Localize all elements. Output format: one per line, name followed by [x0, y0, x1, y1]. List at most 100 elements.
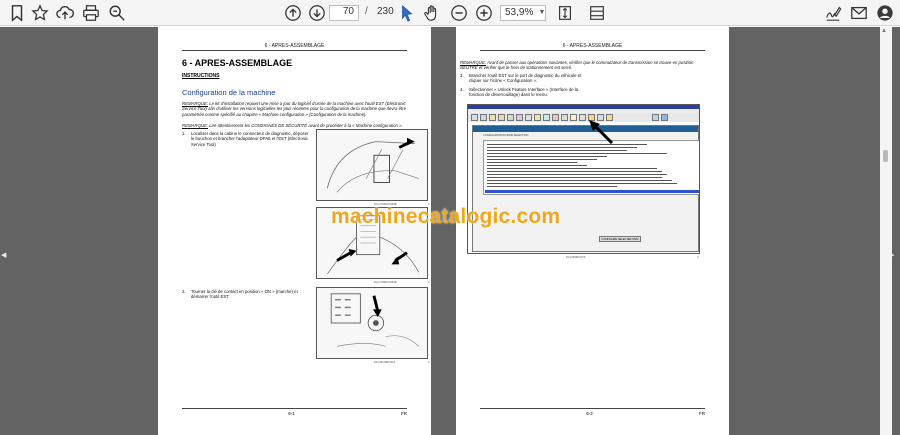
toolbar-icon [498, 114, 505, 121]
account-icon[interactable] [875, 3, 895, 23]
list-item [487, 183, 677, 184]
list-item [487, 150, 627, 151]
step-number: 1. [182, 131, 186, 136]
arrow-up-circle-icon[interactable] [283, 3, 303, 23]
zoom-in-icon[interactable] [474, 3, 494, 23]
figure-caption: RCL18UDBC0015 [374, 361, 396, 364]
toolbar-icon [561, 114, 568, 121]
list-item [487, 186, 617, 187]
list-item [487, 156, 607, 157]
page-title: 6 - APRES-ASSEMBLAGE [182, 58, 293, 68]
pdf-toolbar: 70 / 230 53,9% ▼ [0, 0, 900, 26]
callout-arrow-icon [589, 120, 614, 145]
header-rule [182, 50, 407, 51]
zoom-out-icon[interactable] [449, 3, 469, 23]
list-item [487, 159, 597, 160]
remark-paragraph: REMARQUE: Le kit d'installation requiert… [182, 101, 406, 117]
list-item [487, 165, 587, 166]
page-right: 6 - APRES-ASSEMBLAGE REMARQUE: Avant de … [456, 27, 729, 435]
toolbar-icon [652, 114, 659, 121]
step-number: 2. [182, 289, 186, 294]
step-number: 4. [460, 87, 464, 92]
star-icon[interactable] [30, 3, 50, 23]
list-item [487, 162, 577, 163]
footer-page-number: 6-1 [288, 411, 295, 416]
signature-icon[interactable] [823, 3, 843, 23]
step-text: Sélectionner « Unlock Feature Interface … [469, 87, 579, 98]
instructions-heading: INSTRUCTIONS [182, 73, 220, 79]
section-heading: Configuration de la machine [182, 88, 276, 97]
scroll-up-arrow-icon[interactable]: ▲ [881, 28, 887, 34]
toolbar-icon [507, 114, 514, 121]
est-software-screenshot: CONFIGURATION FROM SELECTION CONFIGURE S… [467, 104, 700, 254]
figure-ignition-key [316, 287, 428, 359]
configure-selected-button: CONFIGURE SELECTED ITEM [599, 236, 641, 242]
list-item [487, 153, 667, 154]
vertical-scrollbar[interactable] [880, 27, 892, 435]
select-cursor-icon[interactable] [397, 3, 417, 23]
step-text: Tourner la clé de contact en position « … [191, 289, 298, 300]
figure-number: 2 [428, 281, 430, 284]
header-rule [480, 50, 705, 51]
print-icon[interactable] [81, 3, 101, 23]
footer-rule [182, 408, 407, 409]
page-footer: 6-1 FR [182, 411, 407, 416]
screenshot-caption: RCL18DBC0075 [566, 256, 586, 259]
toolbar-icon [534, 114, 541, 121]
page-header: 6 - APRES-ASSEMBLAGE [264, 43, 325, 49]
zoom-search-icon[interactable] [107, 3, 127, 23]
list-item [487, 180, 672, 181]
mail-icon[interactable] [849, 3, 869, 23]
list-item [487, 147, 637, 148]
figure-caption: RCL17DBC00366B [374, 281, 397, 284]
ignition-illustration [330, 293, 419, 347]
bookmark-icon[interactable] [7, 3, 27, 23]
toolbar-icon [489, 114, 496, 121]
page-number-input[interactable]: 70 [329, 5, 359, 21]
watermark: machinecatalogic.com [331, 205, 561, 228]
document-viewer[interactable]: 6 - APRES-ASSEMBLAGE 6 - APRES-ASSEMBLAG… [0, 27, 900, 435]
remark-paragraph: REMARQUE: Avant de passer aux opérations… [460, 60, 694, 71]
step-number: 3. [460, 73, 464, 78]
scroll-mode-icon[interactable] [587, 3, 607, 23]
page-total: 230 [377, 6, 394, 17]
figure-number: 3 [428, 361, 430, 364]
footer-language: FR [400, 411, 407, 416]
page-footer: 6-2 FR [480, 411, 705, 416]
page-left: 6 - APRES-ASSEMBLAGE 6 - APRES-ASSEMBLAG… [158, 27, 431, 435]
toolbar-icon [543, 114, 550, 121]
toolbar-icon [471, 114, 478, 121]
toolbar-icon [570, 114, 577, 121]
list-item [487, 144, 647, 145]
step-text: Brancher l'outil EST sur le port de diag… [469, 73, 582, 84]
list-item [487, 174, 667, 175]
hand-tool-icon[interactable] [422, 3, 442, 23]
dialog-title: CONFIGURATION FROM SELECTION [483, 134, 529, 137]
list-item [487, 168, 657, 169]
toolbar-icon [480, 114, 487, 121]
footer-rule [480, 408, 705, 409]
upload-icon[interactable] [55, 3, 75, 23]
configuration-list [483, 140, 699, 195]
selected-list-item [485, 190, 699, 193]
footer-page-number: 6-2 [586, 411, 593, 416]
list-item [487, 171, 662, 172]
list-item [487, 177, 662, 178]
page-separator: / [365, 6, 368, 17]
chevron-down-icon[interactable]: ▼ [537, 5, 547, 21]
arrow-down-circle-icon[interactable] [307, 3, 327, 23]
fit-page-icon[interactable] [555, 3, 575, 23]
page-header: 6 - APRES-ASSEMBLAGE [562, 43, 623, 49]
previous-page-arrow-icon[interactable]: ◀ [1, 251, 6, 259]
toolbar-icon [552, 114, 559, 121]
toolbar-icon [516, 114, 523, 121]
figure-number: 4 [697, 256, 699, 259]
toolbar-icon [525, 114, 532, 121]
footer-language: FR [698, 411, 705, 416]
toolbar-icon [579, 114, 586, 121]
scrollbar-thumb[interactable] [883, 150, 888, 162]
remark-safety-paragraph: REMARQUE: Lire attentivement les CONSIGN… [182, 123, 403, 128]
connector-illustration [326, 137, 419, 193]
step-text: Localiser dans la cabine le connecteur d… [191, 131, 309, 147]
toolbar-icon [661, 114, 668, 121]
